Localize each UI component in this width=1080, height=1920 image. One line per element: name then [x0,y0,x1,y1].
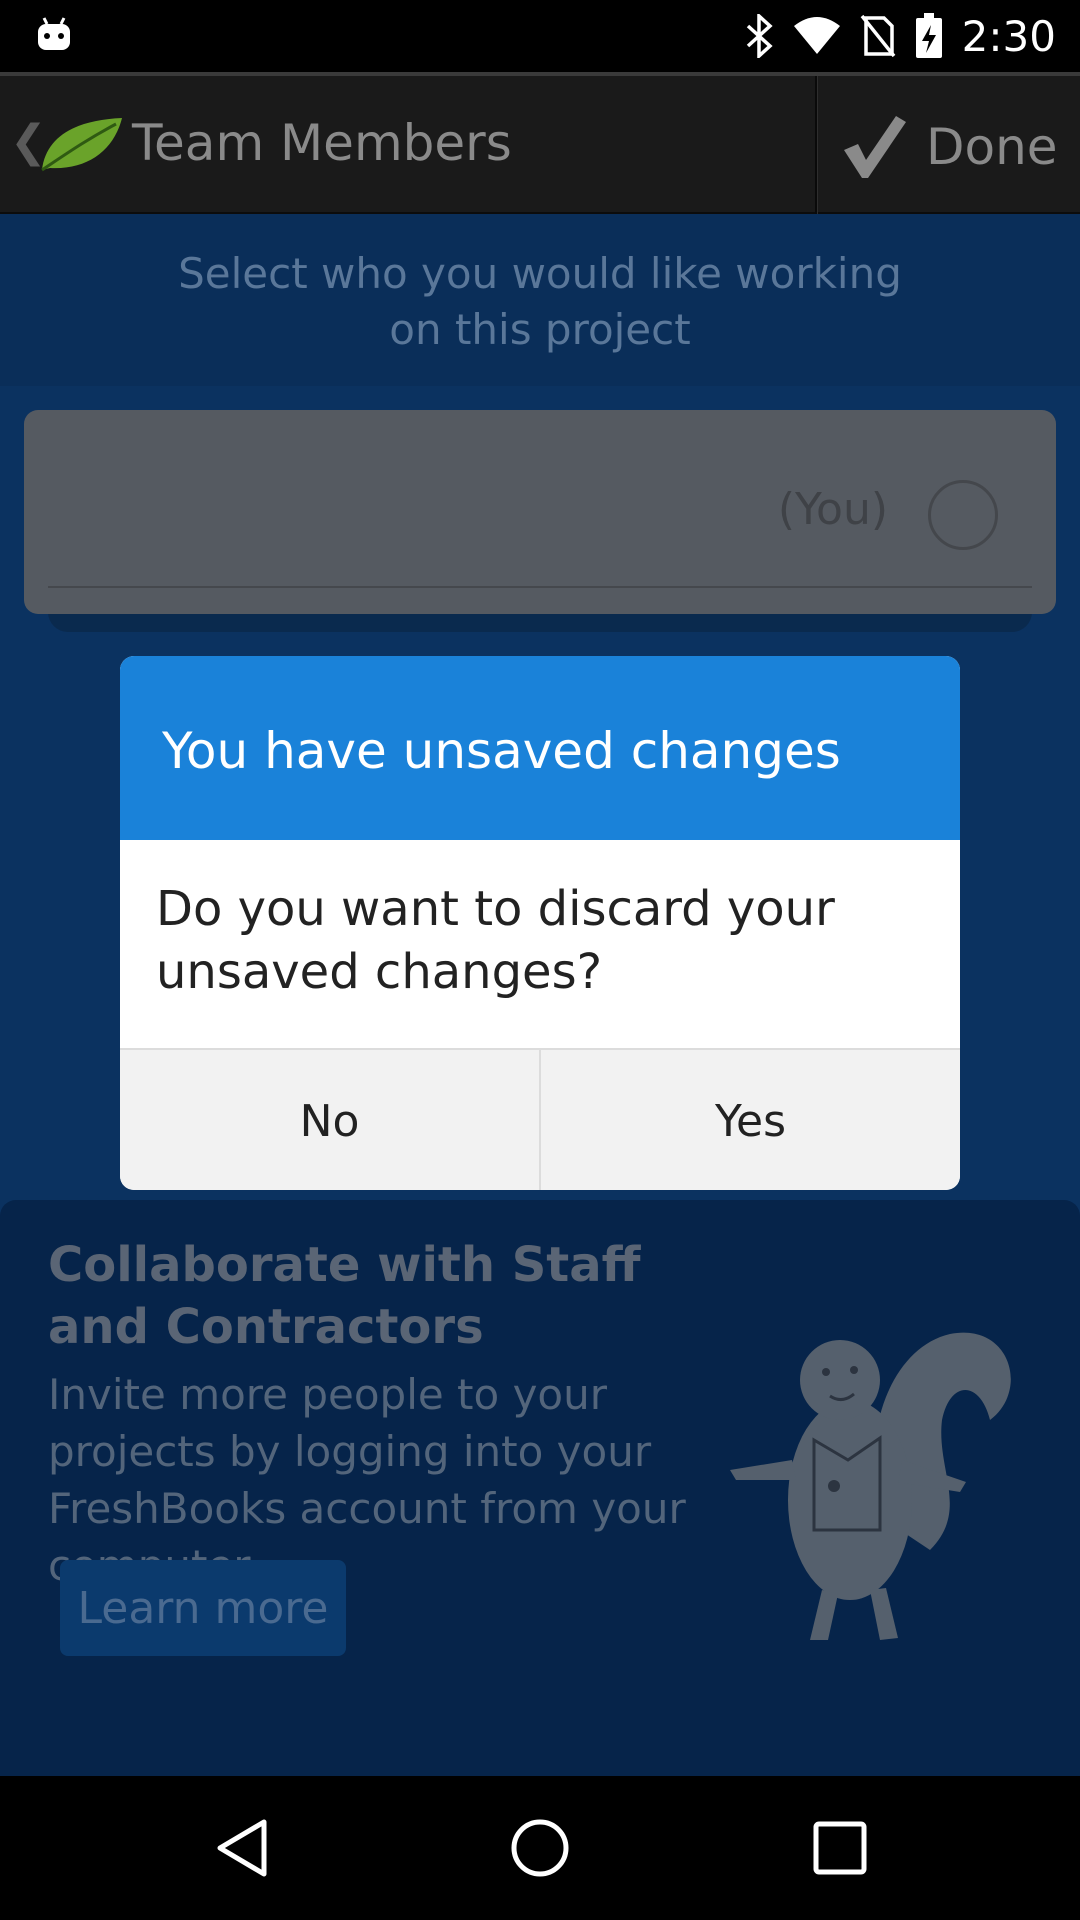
dialog-button-bar: No Yes [120,1048,960,1190]
yes-button[interactable]: Yes [539,1050,960,1190]
instruction-text: Select who you would like working on thi… [0,214,1080,386]
dialog-message: Do you want to discard your unsaved chan… [156,881,835,1000]
member-row[interactable]: (You) [24,410,1056,614]
freshbooks-leaf-icon [41,118,122,172]
status-time: 2:30 [961,11,1056,61]
instruction-line-1: Select who you would like working [178,249,902,298]
you-label: (You) [777,484,888,535]
action-bar-divider [815,76,817,218]
back-nav-icon[interactable] [206,1812,278,1884]
promo-panel: Collaborate with Staff and Contractors I… [0,1200,1080,1776]
home-nav-icon[interactable] [504,1812,576,1884]
squirrel-mascot-icon [730,1332,1011,1640]
checkmark-icon [844,116,906,178]
dialog-title: You have unsaved changes [162,722,841,780]
navigation-bar [0,1776,1080,1920]
member-select-radio[interactable] [928,480,998,550]
unsaved-changes-dialog: You have unsaved changes Do you want to … [120,656,960,1190]
done-label: Done [926,118,1058,176]
instruction-line-2: on this project [389,305,691,354]
battery-charging-icon [915,13,942,58]
dialog-header: You have unsaved changes [120,656,960,840]
page-title: Team Members [132,114,512,172]
member-divider [48,586,1032,588]
recents-nav-icon[interactable] [804,1812,876,1884]
action-bar: ❮ Team Members Done [0,72,1080,218]
android-debug-icon [38,17,70,50]
status-bar: 2:30 [0,0,1080,72]
done-button[interactable]: Done [840,104,1058,190]
no-button[interactable]: No [120,1050,539,1190]
wifi-icon [793,17,840,54]
bluetooth-icon [746,14,773,58]
promo-title: Collaborate with Staff and Contractors [48,1237,641,1355]
no-sim-icon [860,14,896,58]
learn-more-button[interactable]: Learn more [60,1560,346,1656]
